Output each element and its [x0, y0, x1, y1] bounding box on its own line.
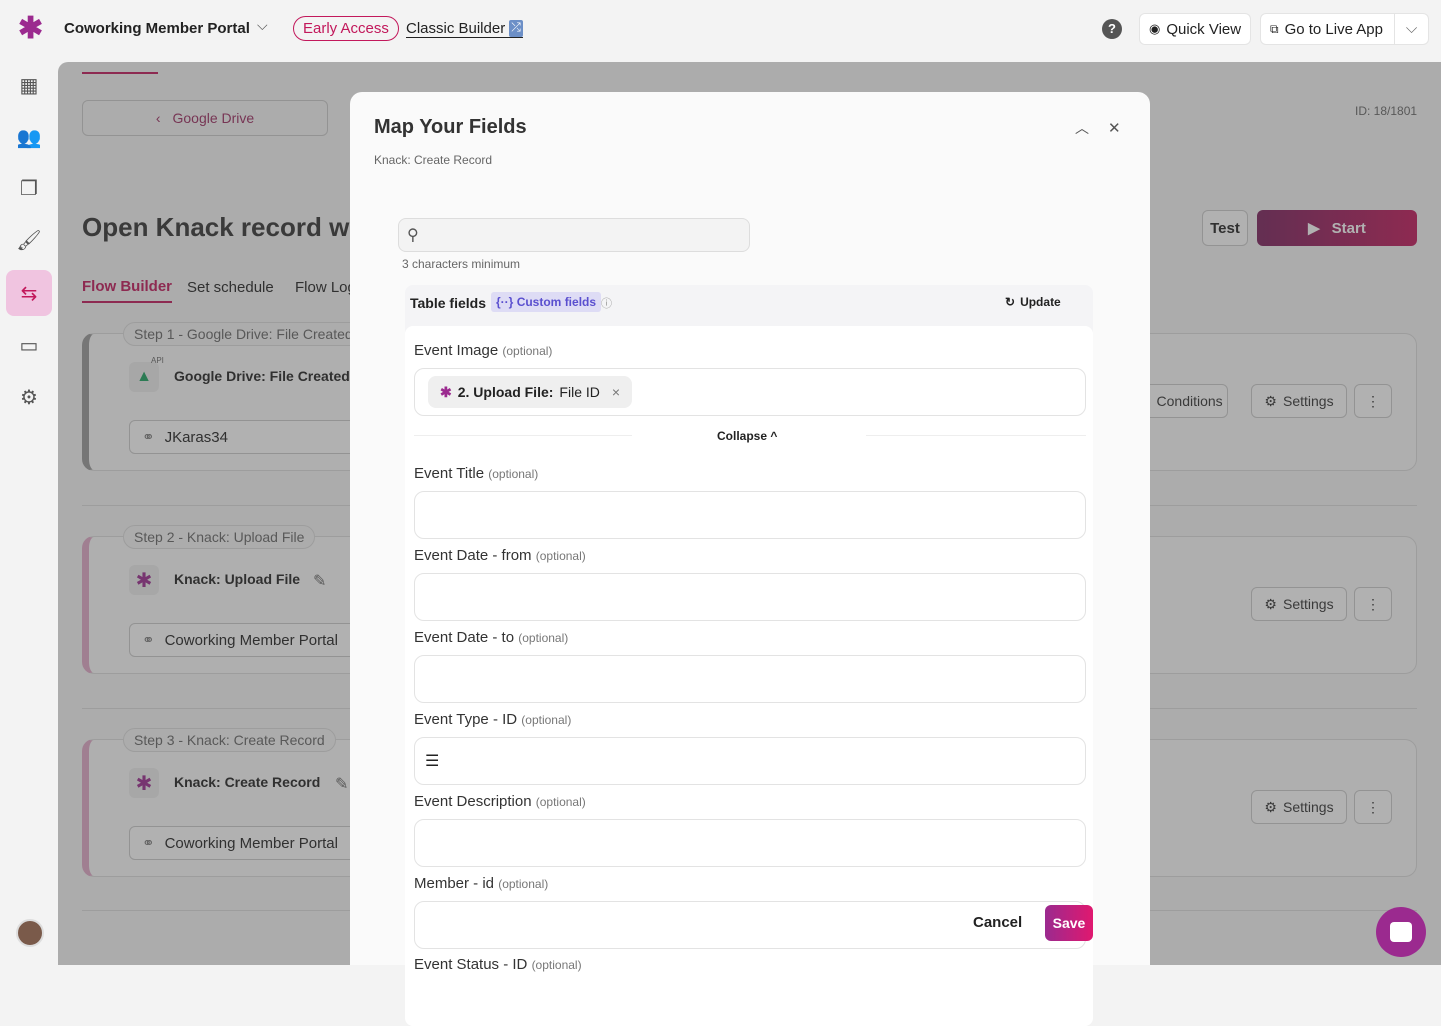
cancel-button[interactable]: Cancel — [973, 914, 1022, 931]
list-icon[interactable]: ☰ — [425, 751, 439, 771]
field-name: Event Description — [414, 793, 532, 810]
table-fields-label: Table fields — [410, 295, 486, 311]
field-name: Event Type - ID — [414, 711, 518, 728]
optional-tag: (optional) — [502, 344, 553, 358]
external-link-icon: ⧉ — [1270, 21, 1279, 36]
update-label: Update — [1020, 295, 1061, 309]
pages-icon[interactable]: ❐ — [6, 165, 52, 211]
sidebar: ▦ 👥 ❐ 🖌 ⇆ ▭ ⚙ — [0, 62, 58, 965]
classic-builder-link[interactable]: Classic Builder ⤮ — [406, 20, 523, 38]
users-icon[interactable]: 👥 — [6, 114, 52, 160]
event-title-input[interactable] — [414, 491, 1086, 539]
optional-tag: (optional) — [518, 631, 569, 645]
payments-icon[interactable]: ▭ — [6, 322, 52, 368]
optional-tag: (optional) — [531, 958, 582, 972]
optional-tag: (optional) — [498, 877, 549, 891]
field-name: Member - id — [414, 875, 495, 892]
early-access-badge[interactable]: Early Access — [293, 16, 399, 41]
remove-icon[interactable]: × — [612, 384, 620, 400]
brush-icon[interactable]: 🖌 — [6, 217, 52, 263]
close-icon[interactable]: ✕ — [1108, 119, 1121, 137]
field-label: Member - id (optional) — [414, 875, 548, 892]
classic-builder-label: Classic Builder — [406, 20, 506, 37]
event-type-id-input[interactable]: ☰ — [414, 737, 1086, 785]
custom-fields-label: Custom fields — [516, 295, 597, 309]
divider — [866, 435, 1086, 436]
knack-icon: ✱ — [440, 383, 452, 400]
top-bar: ✱ Coworking Member Portal ⌵ Early Access… — [0, 0, 1441, 62]
collapse-button[interactable]: Collapse ^ — [717, 429, 777, 443]
optional-tag: (optional) — [535, 549, 586, 563]
field-label: Event Title (optional) — [414, 465, 538, 482]
chip-field: File ID — [559, 384, 600, 400]
refresh-icon: ↻ — [1005, 295, 1016, 309]
chevron-down-icon[interactable]: ⌵ — [1394, 14, 1428, 44]
chip-step: 2. Upload File: — [457, 384, 554, 400]
chevron-down-icon[interactable]: ⌵ — [257, 17, 268, 34]
chevron-up-icon: ^ — [770, 429, 778, 443]
knack-logo-icon[interactable]: ✱ — [18, 14, 43, 44]
search-field[interactable] — [424, 227, 749, 243]
optional-tag: (optional) — [521, 713, 572, 727]
go-to-live-app-button[interactable]: ⧉ Go to Live App ⌵ — [1260, 13, 1429, 45]
info-icon[interactable]: ⓘ — [601, 295, 612, 311]
field-label: Event Description (optional) — [414, 793, 586, 810]
field-name: Event Date - from — [414, 547, 532, 564]
search-hint: 3 characters minimum — [402, 257, 521, 271]
shuffle-icon: ⤮ — [509, 20, 523, 37]
optional-tag: (optional) — [488, 467, 539, 481]
field-label: Event Date - from (optional) — [414, 547, 586, 564]
collapse-label: Collapse — [717, 429, 768, 443]
eye-icon: ◉ — [1149, 21, 1161, 36]
field-name: Event Title — [414, 465, 485, 482]
search-icon: ⚲ — [407, 227, 419, 244]
quick-view-label: Quick View — [1166, 20, 1242, 38]
app-name[interactable]: Coworking Member Portal — [64, 20, 250, 37]
map-fields-modal: Map Your Fields Knack: Create Record ︿ ✕… — [350, 92, 1150, 1026]
event-date-from-input[interactable] — [414, 573, 1086, 621]
event-description-input[interactable] — [414, 819, 1086, 867]
divider — [414, 435, 632, 436]
modal-subtitle: Knack: Create Record — [374, 153, 493, 167]
quick-view-button[interactable]: ◉ Quick View — [1139, 13, 1251, 45]
custom-fields-tag[interactable]: {··} Custom fields — [491, 292, 602, 312]
chevron-up-icon[interactable]: ︿ — [1075, 118, 1089, 138]
field-name: Event Image — [414, 342, 499, 359]
brackets-icon: {··} — [496, 295, 514, 309]
event-date-to-input[interactable] — [414, 655, 1086, 703]
chat-icon[interactable] — [1376, 907, 1426, 957]
field-label: Event Date - to (optional) — [414, 629, 568, 646]
modal-title: Map Your Fields — [374, 116, 527, 138]
table-icon[interactable]: ▦ — [6, 62, 52, 108]
search-input[interactable]: ⚲ — [398, 218, 750, 252]
event-image-input[interactable]: ✱ 2. Upload File: File ID × — [414, 368, 1086, 416]
avatar[interactable] — [16, 919, 44, 947]
save-button[interactable]: Save — [1045, 905, 1093, 941]
gear-icon[interactable]: ⚙ — [6, 374, 52, 420]
optional-tag: (optional) — [535, 795, 586, 809]
field-label: Event Type - ID (optional) — [414, 711, 571, 728]
field-name: Event Date - to — [414, 629, 515, 646]
update-button[interactable]: ↻ Update — [1005, 295, 1061, 309]
help-icon[interactable]: ? — [1102, 19, 1122, 39]
flows-icon[interactable]: ⇆ — [6, 270, 52, 316]
go-live-label: Go to Live App — [1284, 20, 1383, 38]
mapped-value-chip[interactable]: ✱ 2. Upload File: File ID × — [428, 376, 633, 408]
field-label: Event Image (optional) — [414, 342, 552, 359]
